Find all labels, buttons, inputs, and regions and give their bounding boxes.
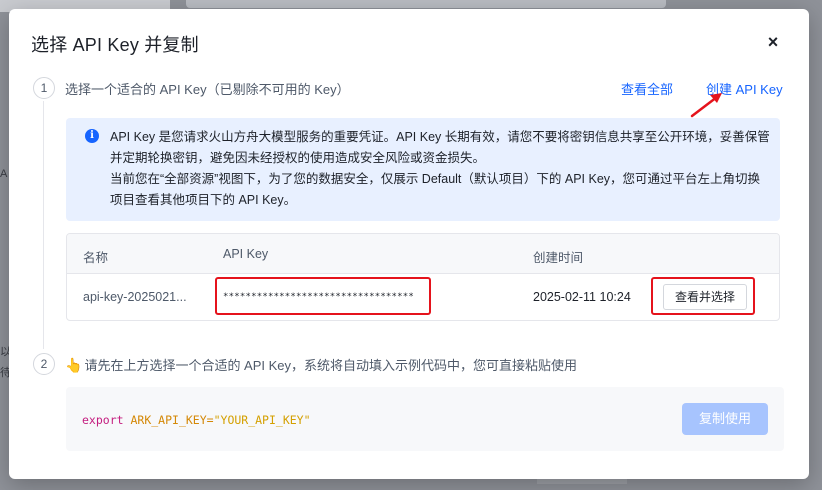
info-notice-text: API Key 是您请求火山方舟大模型服务的重要凭证。API Key 长期有效，… [110,127,770,211]
copy-and-use-button[interactable]: 复制使用 [682,403,768,435]
background-edge-text: A [0,168,8,180]
step-1-badge: 1 [33,77,55,99]
modal-title: 选择 API Key 并复制 [31,35,199,55]
close-button[interactable]: × [764,32,782,52]
code-snippet: export ARK_API_KEY="YOUR_API_KEY" [82,413,311,427]
background-bar-right [186,0,666,8]
view-and-select-button[interactable]: 查看并选择 [663,284,747,310]
table-header: 名称 API Key 创建时间 [67,234,779,274]
code-export-keyword: export [82,413,124,427]
step-connector-line [43,101,44,349]
api-key-table: 名称 API Key 创建时间 api-key-2025021... *****… [66,233,780,321]
view-all-link[interactable]: 查看全部 [621,79,673,98]
column-header-created-time: 创建时间 [533,251,584,265]
red-annotation-arrow-icon [690,93,722,118]
step-2-badge: 2 [33,353,55,375]
column-header-api-key: API Key [223,247,269,261]
code-equals: = [206,413,214,427]
created-time-cell: 2025-02-11 10:24 [533,290,631,304]
step-2-title-text: 请先在上方选择一个合适的 API Key，系统将自动填入示例代码中，您可直接粘贴… [84,358,578,373]
code-snippet-box: export ARK_API_KEY="YOUR_API_KEY" 复制使用 [66,387,784,451]
api-key-modal: 选择 API Key 并复制 × 1 选择一个适合的 API Key（已剔除不可… [9,9,809,479]
api-key-masked-cell: ********************************** [223,292,415,302]
info-paragraph-1: API Key 是您请求火山方舟大模型服务的重要凭证。API Key 长期有效，… [110,130,770,165]
code-value: "YOUR_API_KEY" [213,413,311,427]
info-paragraph-2: 当前您在“全部资源”视图下，为了您的数据安全，仅展示 Default（默认项目）… [110,172,761,207]
step-1-title: 选择一个适合的 API Key（已剔除不可用的 Key） [65,82,350,97]
step-2-title: 👆 请先在上方选择一个合适的 API Key，系统将自动填入示例代码中，您可直接粘… [65,355,577,374]
pointing-hand-icon: 👆 [65,357,83,373]
code-variable-name: ARK_API_KEY [130,413,207,427]
column-header-name: 名称 [83,251,109,265]
info-notice: i API Key 是您请求火山方舟大模型服务的重要凭证。API Key 长期有… [66,118,780,221]
api-key-name-cell: api-key-2025021... [83,290,187,304]
info-icon: i [85,129,99,143]
